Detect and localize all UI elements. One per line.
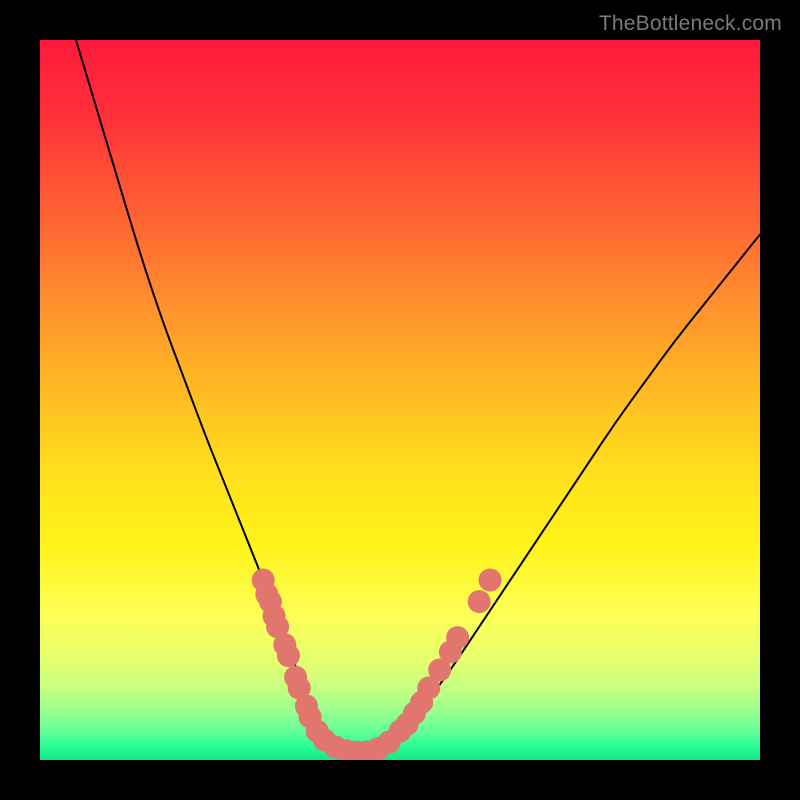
chart-frame: TheBottleneck.com [0,0,800,800]
data-marker [446,626,469,649]
data-marker [478,568,501,591]
plot-area [40,40,760,760]
watermark-label: TheBottleneck.com [599,12,782,36]
chart-svg [40,40,760,760]
bottleneck-curve [76,40,760,752]
data-marker [277,644,300,667]
data-marker [468,590,491,613]
